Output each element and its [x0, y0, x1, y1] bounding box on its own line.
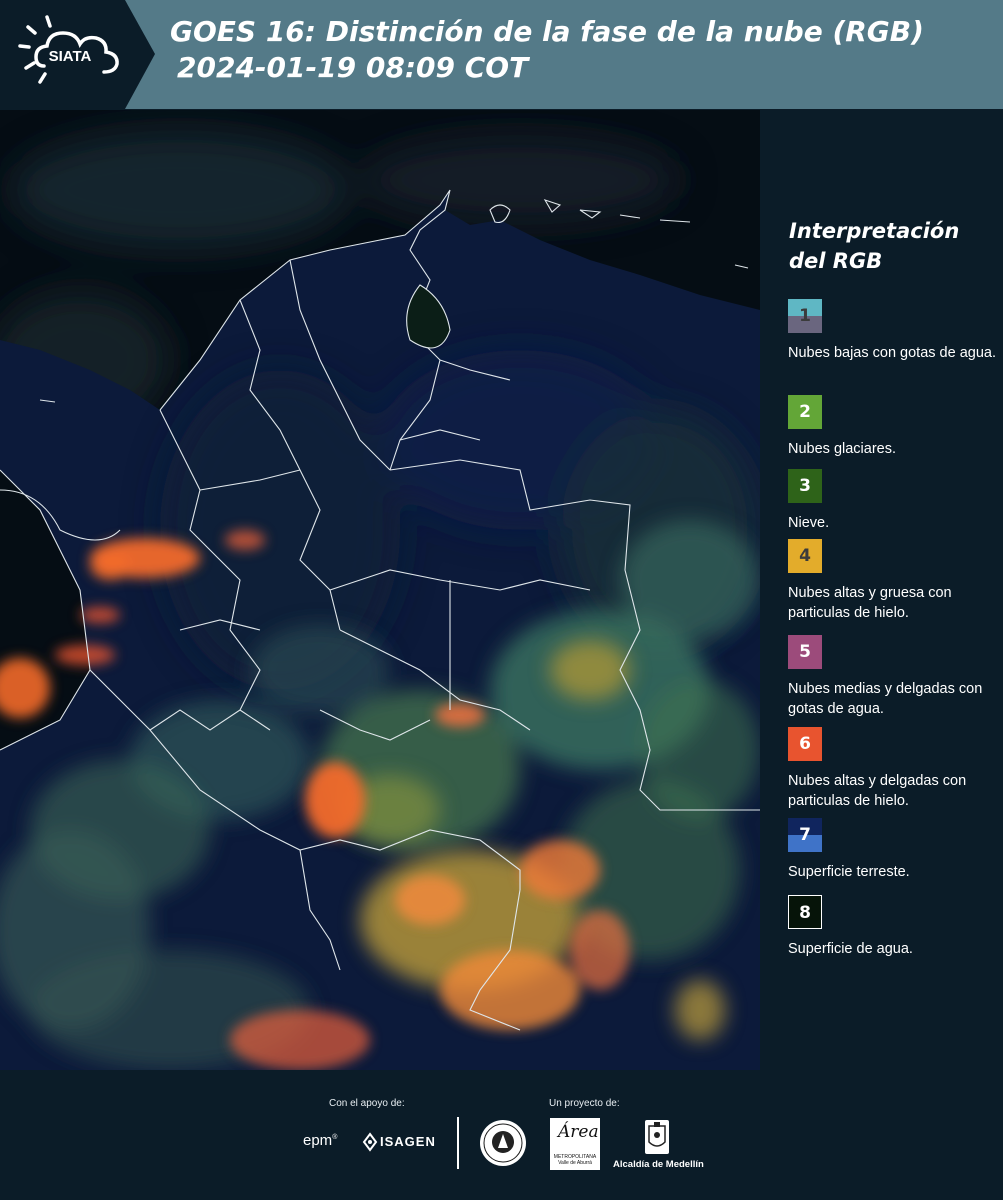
legend-swatch-8: 8: [788, 895, 822, 929]
legend-number-5: 5: [799, 642, 811, 662]
area-logo-script: Área: [558, 1122, 599, 1142]
legend-label-3: Nieve.: [788, 515, 830, 531]
legend-number-8: 8: [799, 903, 811, 923]
legend-number-2: 2: [799, 402, 811, 422]
legend-number-4: 4: [799, 546, 811, 566]
title-line-1: GOES 16: Distinción de la fase de la nub…: [170, 15, 924, 48]
area-metropolitana-logo: Área METROPOLITANA Valle de Aburrá: [550, 1118, 600, 1170]
isagen-text: ISAGEN: [380, 1134, 436, 1149]
satellite-map[interactable]: [0, 110, 760, 1070]
legend-panel: Interpretación del RGB 1 Nubes bajas con…: [760, 110, 1003, 1070]
metro-seal-icon: [480, 1120, 526, 1166]
legend-label-4: Nubes altas y gruesa con particulas de h…: [788, 585, 952, 621]
legend-swatch-3: 3: [788, 469, 822, 503]
legend-swatch-1: 1: [788, 299, 822, 333]
header: SIATA GOES 16: Distinción de la fase de …: [0, 0, 1003, 109]
legend-swatch-6: 6: [788, 727, 822, 761]
epm-logo-text: epm: [303, 1132, 333, 1149]
isagen-logo: ISAGEN: [362, 1132, 442, 1156]
legend-label-2: Nubes glaciares.: [788, 441, 896, 457]
legend-label-8: Superficie de agua.: [788, 941, 913, 957]
legend-number-7: 7: [799, 825, 811, 845]
siata-logo-text: SIATA: [49, 48, 92, 65]
isagen-icon: [362, 1132, 378, 1152]
legend-label-7: Superficie terreste.: [788, 864, 910, 880]
title-line-2: 2024-01-19 08:09 COT: [177, 51, 529, 84]
legend-label-1: Nubes bajas con gotas de agua.: [788, 345, 996, 361]
legend-number-1: 1: [799, 306, 811, 326]
epm-logo: epm®: [303, 1132, 338, 1149]
alcaldia-label: Alcaldía de Medellín: [613, 1159, 704, 1170]
area-logo-sub: METROPOLITANA Valle de Aburrá: [553, 1154, 597, 1166]
legend-swatch-4: 4: [788, 539, 822, 573]
legend-swatch-7: 7: [788, 818, 822, 852]
siata-logo: SIATA: [0, 0, 155, 109]
legend-number-3: 3: [799, 476, 811, 496]
footer-divider: [457, 1117, 459, 1169]
support-label: Con el apoyo de:: [329, 1098, 405, 1109]
legend-number-6: 6: [799, 734, 811, 754]
alcaldia-crest-icon: [645, 1120, 669, 1154]
project-label: Un proyecto de:: [549, 1098, 620, 1109]
legend-label-5: Nubes medias y delgadas con gotas de agu…: [788, 681, 983, 717]
legend-label-6: Nubes altas y delgadas con particulas de…: [788, 773, 967, 809]
legend-swatch-5: 5: [788, 635, 822, 669]
legend-title: Interpretación del RGB: [789, 219, 960, 273]
legend-swatch-2: 2: [788, 395, 822, 429]
page-title: GOES 16: Distinción de la fase de la nub…: [170, 14, 1000, 86]
footer: Con el apoyo de: Un proyecto de: epm® IS…: [0, 1070, 1003, 1200]
